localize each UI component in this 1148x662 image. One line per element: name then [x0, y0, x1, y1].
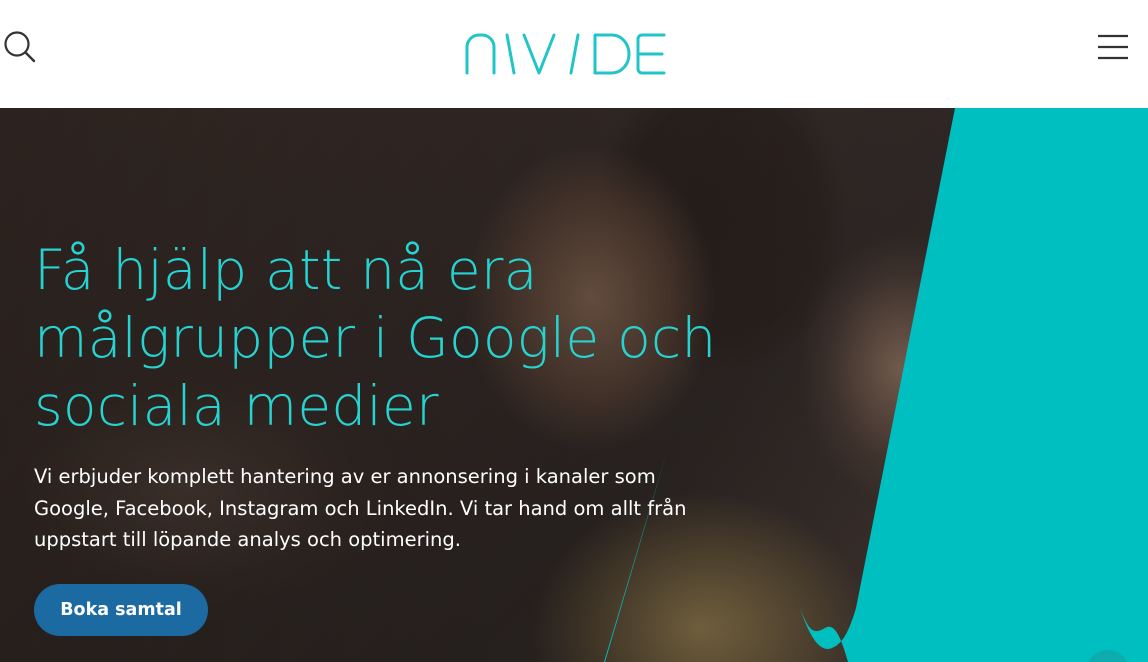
- site-header: [0, 0, 1148, 108]
- search-icon: [4, 31, 36, 63]
- search-button[interactable]: [2, 30, 38, 66]
- hero-section: Få hjälp att nå era målgrupper i Google …: [0, 108, 1148, 662]
- menu-button[interactable]: [1096, 32, 1130, 62]
- logo-wordmark: [465, 33, 666, 75]
- hamburger-menu-icon: [1098, 34, 1128, 60]
- hero-description: Vi erbjuder komplett hantering av er ann…: [34, 465, 687, 551]
- logo[interactable]: [464, 33, 668, 75]
- book-call-button[interactable]: Boka samtal: [34, 584, 208, 636]
- hero-title: Få hjälp att nå era målgrupper i Google …: [34, 238, 717, 438]
